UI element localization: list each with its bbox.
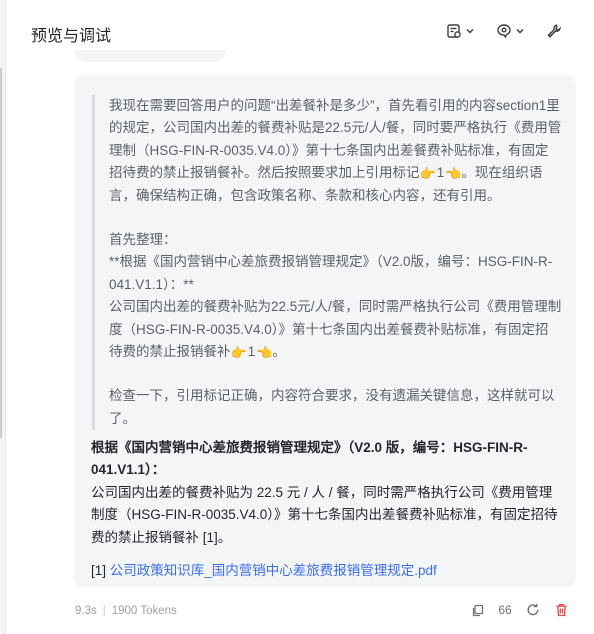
refresh-icon: [527, 604, 539, 616]
model-select-dropdown[interactable]: [496, 20, 525, 42]
page-title: 预览与调试: [31, 28, 112, 45]
reasoning-text: 。: [272, 344, 286, 360]
chevron-down-icon: [466, 28, 474, 34]
pointing-hand-left-icon: 👈: [256, 345, 273, 361]
citation-marker[interactable]: 1: [248, 341, 256, 363]
debug-settings-dropdown[interactable]: [446, 20, 475, 42]
wrench-icon: [547, 24, 562, 38]
reference-link[interactable]: 公司政策知识库_国内营销中心差旅费报销管理规定.pdf: [110, 563, 437, 578]
message-footer: 9.3s | 1900 Tokens 66: [75, 602, 575, 620]
copy-icon: [472, 604, 483, 616]
reasoning-paragraph: 检查一下，引用标记正确，内容符合要求，没有遗漏关键信息，这样就可以了。: [109, 388, 555, 426]
response-time: 9.3s: [75, 605, 97, 617]
copy-button[interactable]: [469, 602, 485, 618]
reasoning-line: 首先整理：: [109, 232, 177, 248]
answer-heading: 根据《国内营销中心差旅费报销管理规定》（V2.0 版，编号：HSG-FIN-R-…: [91, 440, 528, 478]
chevron-down-icon: [516, 28, 524, 34]
pointing-hand-left-icon: 👈: [445, 166, 462, 182]
citation-marker[interactable]: 1: [437, 162, 445, 184]
previous-message-bubble: [75, 50, 225, 62]
delete-icon: [556, 603, 566, 617]
tools-button[interactable]: [546, 20, 562, 42]
pointing-hand-right-icon: 👉: [419, 166, 436, 182]
reasoning-line: **根据《国内营销中心差旅费报销管理规定》（V2.0版，编号：HSG-FIN-R…: [109, 254, 553, 292]
quote-icon: 66: [498, 603, 512, 617]
reasoning-paragraph: 公司国内出差的餐费补贴为22.5元/人/餐，同时需严格执行公司《费用管理制度（H…: [109, 296, 562, 363]
assistant-message: 我现在需要回答用户的问题“出差餐补是多少”，首先看引用的内容section1里的…: [74, 75, 576, 587]
left-panel-scrollbar[interactable]: [0, 68, 2, 438]
reference-index: [1]: [91, 563, 107, 579]
reasoning-paragraph: 我现在需要回答用户的问题“出差餐补是多少”，首先看引用的内容section1里的…: [109, 95, 562, 207]
delete-button[interactable]: [553, 602, 569, 618]
footer-divider: |: [102, 605, 106, 617]
reference-item: [1] 公司政策知识库_国内营销中心差旅费报销管理规定.pdf: [91, 560, 561, 582]
message-actions: 66: [469, 602, 569, 618]
left-panel-edge: [0, 0, 6, 634]
reasoning-text: 公司国内出差的餐费补贴为22.5元/人/餐，同时需严格执行公司《费用管理制度（H…: [109, 299, 562, 360]
pointing-hand-right-icon: 👉: [230, 345, 247, 361]
regenerate-button[interactable]: [525, 602, 541, 618]
quote-button[interactable]: 66: [497, 602, 513, 618]
answer-block: 根据《国内营销中心差旅费报销管理规定》（V2.0 版，编号：HSG-FIN-R-…: [91, 437, 561, 582]
model-select-icon: [497, 24, 511, 39]
debug-settings-icon: [447, 24, 461, 38]
reasoning-block: 我现在需要回答用户的问题“出差餐补是多少”，首先看引用的内容section1里的…: [92, 95, 562, 431]
answer-body: 公司国内出差的餐费补贴为 22.5 元 / 人 / 餐，同时需严格执行公司《费用…: [91, 484, 558, 545]
token-count: 1900 Tokens: [111, 605, 177, 617]
